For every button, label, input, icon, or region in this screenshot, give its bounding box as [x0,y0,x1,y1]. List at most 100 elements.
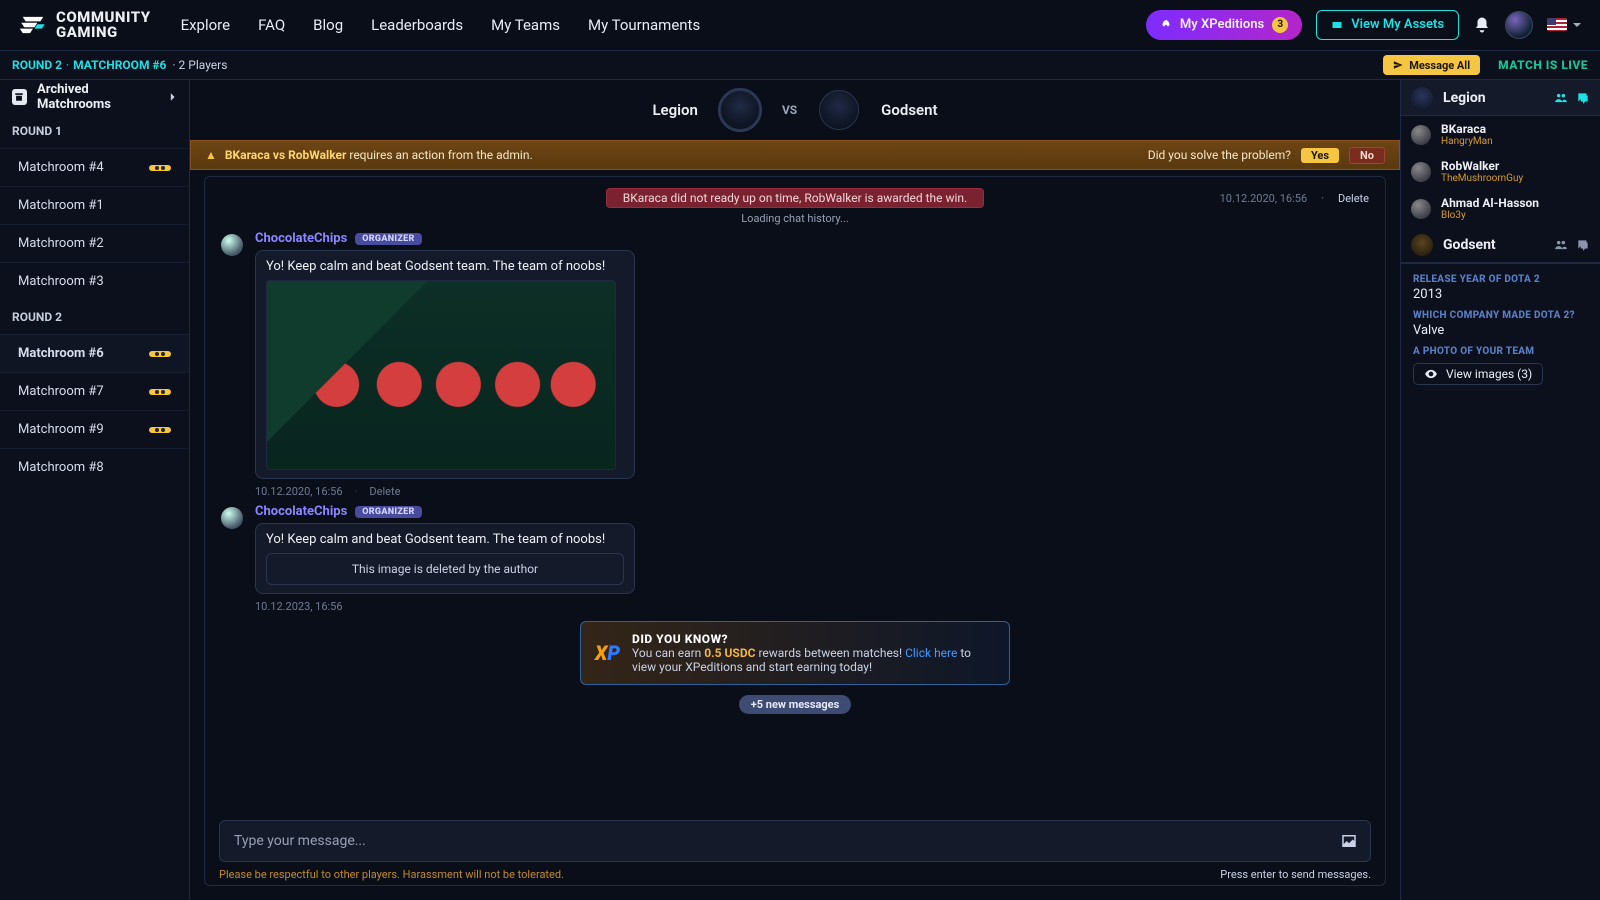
view-assets-button[interactable]: View My Assets [1316,10,1459,40]
message-bubble: Yo! Keep calm and beat Godsent team. The… [255,523,635,594]
xpeditions-badge: 3 [1272,17,1288,33]
right-team-a-header[interactable]: Legion [1401,80,1600,116]
player-item[interactable]: RobWalkerTheMushroomGuy [1401,153,1600,190]
new-messages-pill[interactable]: +5 new messages [739,695,852,714]
nav-faq[interactable]: FAQ [258,16,285,34]
center-panel: Legion VS Godsent ▲ BKaraca vs RobWalker… [190,80,1400,900]
deleted-image-notice: This image is deleted by the author [266,553,624,585]
tip-text: You can earn 0.5 USDC rewards between ma… [632,646,995,674]
breadcrumb-matchroom[interactable]: MATCHROOM #6 [73,58,166,72]
player-avatar [1411,162,1431,182]
loading-history: Loading chat history... [221,212,1369,225]
team-members-icon[interactable] [1554,238,1568,252]
message-time: 10.12.2020, 16:56 [255,485,343,498]
player-item[interactable]: BKaracaHangryMan [1401,116,1600,153]
breadcrumb-bar: ROUND 2 · MATCHROOM #6 · 2 Players Messa… [0,50,1600,80]
team-members-icon[interactable] [1554,91,1568,105]
chat-message: ChocolateChips ORGANIZER Yo! Keep calm a… [221,231,1369,479]
message-image[interactable] [266,280,616,470]
system-delete-button[interactable]: Delete [1338,192,1369,205]
matchroom-label: Matchroom #8 [18,460,104,475]
locale-selector[interactable] [1547,18,1582,31]
team-b-logo-small [1411,234,1433,256]
message-bubble: Yo! Keep calm and beat Godsent team. The… [255,250,635,479]
admin-action-bar: ▲ BKaraca vs RobWalker requires an actio… [190,140,1400,170]
chat-input-area: Please be respectful to other players. H… [205,810,1385,885]
eye-icon [1424,367,1438,381]
message-username[interactable]: ChocolateChips [255,504,347,519]
matchroom-item[interactable]: Matchroom #4 [0,148,189,186]
chat-input-box[interactable] [219,820,1371,862]
matchroom-label: Matchroom #2 [18,236,104,251]
xp-icon: XP [595,641,620,665]
nav-explore[interactable]: Explore [181,16,231,34]
matchroom-label: Matchroom #7 [18,384,104,399]
chat-hint: Press enter to send messages. [1220,868,1371,881]
matchroom-item[interactable]: Matchroom #6 [0,334,189,372]
questions-panel: RELEASE YEAR OF DOTA 2 2013 WHICH COMPAN… [1401,263,1600,395]
vs-label: VS [782,103,797,117]
system-message-row: BKaraca did not ready up on time, RobWal… [221,188,1369,208]
matchroom-badge [149,427,171,433]
team-a-logo-small [1411,87,1433,109]
matchroom-label: Matchroom #1 [18,198,104,213]
player-name: RobWalker [1441,159,1523,173]
matchroom-badge [149,165,171,171]
matchroom-badge [149,389,171,395]
nav-my-tournaments[interactable]: My Tournaments [588,16,700,34]
team-chat-icon[interactable] [1576,91,1590,105]
user-avatar[interactable] [1505,11,1533,39]
view-images-button[interactable]: View images (3) [1413,363,1543,385]
nav-my-teams[interactable]: My Teams [491,16,560,34]
matchroom-sidebar: Archived Matchrooms ROUND 1 Matchroom #4… [0,80,190,900]
xp-tip-card: XP DID YOU KNOW? You can earn 0.5 USDC r… [580,621,1010,685]
match-header: Legion VS Godsent [190,80,1400,140]
chat-body: BKaraca did not ready up on time, RobWal… [205,177,1385,810]
nav-blog[interactable]: Blog [313,16,343,34]
tip-title: DID YOU KNOW? [632,632,995,646]
player-subtitle: HangryMan [1441,136,1493,147]
archived-matchrooms-button[interactable]: Archived Matchrooms [0,80,189,114]
matchroom-item[interactable]: Matchroom #2 [0,224,189,262]
matchroom-badge [149,351,171,357]
message-username[interactable]: ChocolateChips [255,231,347,246]
breadcrumb-round[interactable]: ROUND 2 [12,58,62,72]
matchroom-label: Matchroom #4 [18,160,104,175]
round-2-header: ROUND 2 [0,300,189,334]
chat-input[interactable] [232,832,1340,850]
player-subtitle: TheMushroomGuy [1441,173,1523,184]
admin-no-button[interactable]: No [1349,147,1385,164]
team-a-logo[interactable] [720,90,760,130]
right-sidebar: Legion BKaracaHangryManRobWalkerTheMushr… [1400,80,1600,900]
message-avatar[interactable] [221,234,243,256]
matchroom-item[interactable]: Matchroom #8 [0,448,189,486]
message-avatar[interactable] [221,507,243,529]
message-time: 10.12.2023, 16:56 [255,600,343,613]
system-time: 10.12.2020, 16:56 [1220,192,1308,205]
matchroom-item[interactable]: Matchroom #7 [0,372,189,410]
tip-link[interactable]: Click here [905,646,957,660]
attach-image-icon[interactable] [1340,832,1358,850]
message-all-button[interactable]: Message All [1383,55,1480,75]
warning-icon: ▲ [205,148,217,162]
nav-leaderboards[interactable]: Leaderboards [371,16,463,34]
q1-value: 2013 [1413,287,1588,302]
xpeditions-button[interactable]: My XPeditions 3 [1146,10,1302,40]
team-b-name: Godsent [881,101,937,119]
q1-label: RELEASE YEAR OF DOTA 2 [1413,274,1588,285]
matchroom-item[interactable]: Matchroom #3 [0,262,189,300]
matchroom-item[interactable]: Matchroom #1 [0,186,189,224]
right-team-b-header[interactable]: Godsent [1401,227,1600,263]
matchroom-item[interactable]: Matchroom #9 [0,410,189,448]
player-item[interactable]: Ahmad Al-HassonBlo3y [1401,190,1600,227]
organizer-tag: ORGANIZER [355,506,421,518]
team-b-logo[interactable] [819,90,859,130]
team-a-name: Legion [652,101,697,119]
message-delete-button[interactable]: Delete [369,485,400,498]
player-avatar [1411,125,1431,145]
notifications-icon[interactable] [1473,16,1491,34]
team-chat-icon[interactable] [1576,238,1590,252]
q2-label: WHICH COMPANY MADE DOTA 2? [1413,310,1588,321]
brand[interactable]: COMMUNITYGAMING [18,10,151,39]
admin-yes-button[interactable]: Yes [1301,148,1339,163]
